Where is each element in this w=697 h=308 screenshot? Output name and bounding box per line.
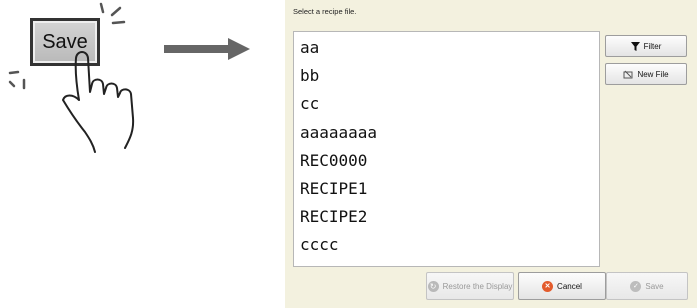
list-item[interactable]: RECIPE1: [294, 175, 599, 203]
restore-display-button[interactable]: ↻ Restore the Display: [426, 272, 514, 300]
arrow-right-icon: [164, 38, 250, 60]
list-item[interactable]: cc: [294, 90, 599, 118]
list-item[interactable]: bbbb: [294, 260, 599, 267]
cancel-button[interactable]: ✕ Cancel: [518, 272, 606, 300]
save-illustration: Save: [0, 0, 285, 308]
file-list[interactable]: aa bb cc aaaaaaaa REC0000 RECIPE1 RECIPE…: [293, 31, 600, 267]
list-item[interactable]: bb: [294, 62, 599, 90]
cancel-button-label: Cancel: [557, 281, 582, 291]
list-item[interactable]: cccc: [294, 231, 599, 259]
new-file-button-label: New File: [637, 69, 669, 79]
filter-button-label: Filter: [643, 41, 662, 51]
list-item[interactable]: RECIPE2: [294, 203, 599, 231]
new-file-button[interactable]: New File: [605, 63, 687, 85]
filter-button[interactable]: Filter: [605, 35, 687, 57]
new-file-icon: [623, 70, 633, 78]
hand-pointer-icon: [62, 51, 135, 153]
funnel-icon: [630, 41, 640, 51]
cancel-icon: ✕: [542, 280, 554, 292]
dialog-prompt: Select a recipe file.: [293, 7, 357, 16]
save-button-label: Save: [645, 281, 664, 291]
restore-display-button-label: Restore the Display: [442, 281, 513, 291]
list-item[interactable]: aa: [294, 34, 599, 62]
recipe-file-dialog: Select a recipe file. aa bb cc aaaaaaaa …: [285, 0, 697, 308]
refresh-icon: ↻: [427, 280, 439, 292]
check-icon: ✓: [630, 280, 642, 292]
list-item[interactable]: REC0000: [294, 147, 599, 175]
list-item[interactable]: aaaaaaaa: [294, 119, 599, 147]
save-button[interactable]: ✓ Save: [606, 272, 688, 300]
